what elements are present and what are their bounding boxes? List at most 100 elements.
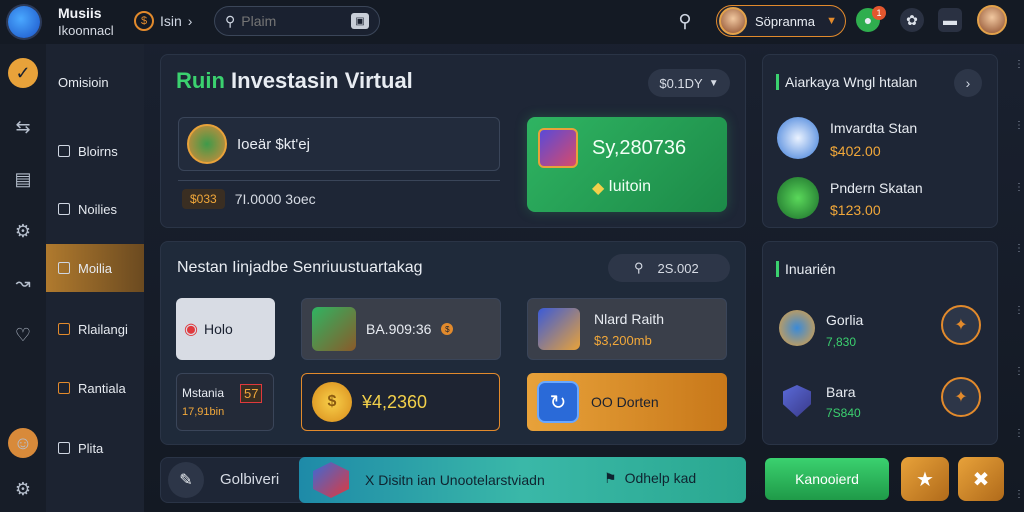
star-button-icon[interactable]: ★ (901, 457, 949, 501)
tile-dorten[interactable]: ↻ OO Dorten (527, 373, 727, 431)
window-icon[interactable]: ▬ (938, 8, 962, 32)
folder-icon (58, 203, 70, 215)
sidebar-item-bloirns[interactable]: Bloirns (46, 127, 144, 175)
edit-icon[interactable]: ✎ (168, 462, 204, 498)
search-icon[interactable]: ⚲ (674, 10, 696, 32)
tile-nlard[interactable]: Nlard Raith $3,200mb (527, 298, 727, 360)
currency-dropdown[interactable]: $0.1DY ▼ (648, 69, 730, 97)
list-item-name: Bara (826, 384, 856, 400)
list-item-name: Gorlia (826, 312, 864, 328)
tile-text: Nlard Raith $3,200mb (594, 311, 664, 348)
map-pin-icon: ◉ (184, 321, 198, 338)
coin-icon: $ (441, 323, 454, 335)
tag-icon: ⚑ (604, 470, 617, 486)
right-panel-title: Aiarkaya Wngl htalan (776, 74, 917, 90)
list-item-name: Imvardta Stan (830, 120, 918, 136)
chevron-right-icon: › (187, 13, 193, 29)
chevron-down-icon: ▼ (826, 15, 837, 27)
document-icon[interactable]: ▤ (8, 164, 38, 194)
tile-holo[interactable]: ◉ Holo (176, 298, 275, 360)
sidebar-item-label: Rlailangi (78, 321, 128, 337)
balance-sub-label: Iuitoin (608, 178, 652, 195)
app-logo-icon[interactable] (8, 6, 40, 38)
refresh-icon: ↻ (537, 381, 579, 423)
tile-label: Nlard Raith (594, 310, 665, 327)
search-input[interactable] (241, 13, 342, 29)
tile-coins[interactable]: $ ¥4,2360 (301, 373, 500, 431)
wallet-icon (312, 307, 356, 351)
heart-icon[interactable]: ♡ (8, 320, 38, 350)
balance-sub: ◆ Iuitoin (592, 178, 651, 198)
sidebar-item-omisioin[interactable]: Omisioin (46, 58, 144, 106)
search-icon: ⚲ (225, 12, 236, 29)
section-title: Nestan Iinjadbe Senriuustuartakag (177, 259, 423, 276)
tile-text: Mstania 17,91bin (182, 386, 224, 418)
gear-icon[interactable]: ⚙ (8, 474, 38, 504)
sidebar-item-noilies[interactable]: Noilies (46, 185, 144, 233)
share-icon[interactable]: ↝ (8, 268, 38, 298)
banner-action[interactable]: ⚑ Odhelp kad (604, 470, 696, 487)
sidebar-item-label: Moilia (78, 260, 112, 276)
page-title: Ruin Investasin Virtual (176, 68, 413, 94)
right-section-title: Inuarién (776, 261, 836, 277)
breadcrumb-label: Isin (160, 13, 182, 29)
paw-icon[interactable]: ✿ (900, 8, 924, 32)
search-box[interactable]: ⚲ ▣ (214, 6, 380, 36)
sidebar-item-moilia[interactable]: Moilia (46, 244, 144, 292)
filter-pill[interactable]: ⚲ 2S.002 (608, 254, 730, 282)
badge-icon (313, 462, 349, 498)
plate-icon (58, 442, 70, 454)
bottom-left-label[interactable]: Golbiveri (220, 471, 279, 488)
home-icon[interactable]: ✓ (8, 58, 38, 88)
rank-icon (58, 382, 70, 394)
more-menu-icons[interactable]: ⋮ ⋮ ⋮ ⋮ ⋮ ⋮ ⋮ ⋮ (1014, 60, 1024, 500)
box-icon (538, 308, 580, 350)
avatar (719, 7, 747, 35)
add-icon[interactable]: ✦ (941, 305, 981, 345)
close-button-icon[interactable]: ✖ (958, 457, 1004, 501)
globe-icon (187, 124, 227, 164)
user-avatar[interactable] (977, 5, 1007, 35)
account-card[interactable]: Ioeär $kt'ej (178, 117, 500, 171)
title-prefix: Ruin (176, 68, 225, 93)
sidebar-item-rantiala[interactable]: Rantiala (46, 364, 144, 412)
currency-icon: $ (134, 11, 154, 31)
ranking-icon (58, 323, 70, 335)
banner-action-label: Odhelp kad (624, 470, 697, 486)
tile-wallet[interactable]: BA.909:36 $ (301, 298, 501, 360)
tile-label: ¥4,2360 (362, 391, 428, 412)
sidebar-item-label: Omisioin (58, 74, 109, 90)
balance-row: $033 7I.0000 3oec (178, 180, 500, 216)
swap-icon[interactable]: ⇆ (8, 112, 38, 142)
filter-pill-value: 2S.002 (657, 260, 699, 276)
primary-button[interactable]: Kanooierd (765, 458, 889, 500)
sidebar-item-label: Rantiala (78, 380, 126, 396)
tile-label: OO Dorten (591, 394, 659, 410)
document-icon (777, 177, 819, 219)
chevron-right-icon[interactable]: › (954, 69, 982, 97)
notification-badge: 1 (872, 6, 886, 20)
brand-title: Musiis (58, 5, 102, 21)
tile-label: BA.909:36 (366, 321, 432, 337)
list-item-value: 7S840 (826, 406, 861, 420)
currency-dropdown-value: $0.1DY (659, 75, 703, 91)
list-item-amount: $402.00 (830, 143, 881, 159)
profile-name: Söpranma (755, 13, 815, 29)
banner-text: X Disitn ian Unootelarstviadn (365, 472, 545, 488)
tile-mstania[interactable]: Mstania 17,91bin 57 (176, 373, 274, 431)
tile-sub: 17,91bin (182, 406, 225, 418)
chest-icon (538, 128, 578, 168)
sidebar-item-label: Bloirns (78, 143, 118, 159)
sidebar-item-label: Noilies (78, 201, 118, 217)
sidebar-item-plita[interactable]: Plita (46, 424, 144, 472)
bird-icon[interactable]: ✦ (941, 377, 981, 417)
balance-text: 7I.0000 3oec (234, 190, 316, 207)
sidebar-item-rlailangi[interactable]: Rlailangi (46, 305, 144, 353)
keyboard-shortcut-icon: ▣ (351, 13, 369, 29)
media-icon (58, 262, 70, 274)
mascot-icon[interactable]: ☺ (8, 428, 38, 458)
globe-icon (779, 310, 815, 346)
settings-icon[interactable]: ⚙ (8, 216, 38, 246)
profile-dropdown[interactable]: Söpranma ▼ (716, 5, 846, 37)
breadcrumb[interactable]: $ Isin › (134, 10, 192, 32)
